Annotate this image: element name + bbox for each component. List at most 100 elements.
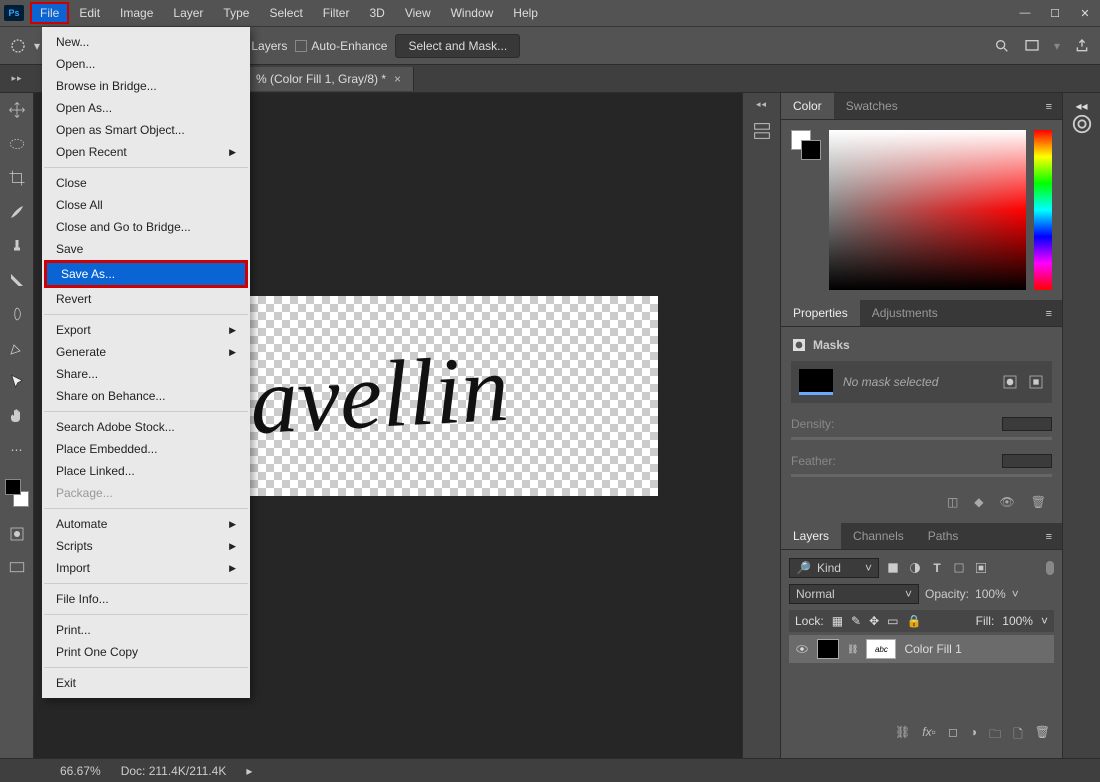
file-menu-print-one-copy[interactable]: Print One Copy [42,641,250,663]
menu-view[interactable]: View [395,2,441,24]
menu-window[interactable]: Window [441,2,504,24]
crop-tool[interactable] [6,167,28,189]
history-panel-icon[interactable] [751,120,773,142]
file-menu-close-and-go-to-bridge[interactable]: Close and Go to Bridge... [42,216,250,238]
collapse-dock-icon[interactable]: ◂◂ [756,99,767,110]
file-menu-export[interactable]: Export▶ [42,319,250,341]
pen-tool[interactable] [6,337,28,359]
filter-toggle[interactable] [1046,561,1054,575]
close-tab-icon[interactable]: × [394,72,401,86]
filter-type-icon[interactable]: T [929,561,945,575]
menu-file[interactable]: File [30,2,69,24]
tab-paths[interactable]: Paths [916,523,971,549]
lock-all-icon[interactable]: 🔒 [907,614,922,628]
dodge-tool[interactable] [6,303,28,325]
gradient-tool[interactable] [6,269,28,291]
tab-properties[interactable]: Properties [781,300,860,326]
expand-tools-icon[interactable]: ▸▸ [0,73,34,84]
blend-mode-select[interactable]: Normal˅ [789,584,919,604]
tool-preset-icon[interactable] [10,38,26,54]
density-field[interactable] [1002,417,1052,431]
tab-color[interactable]: Color [781,93,834,119]
window-close[interactable]: ✕ [1070,3,1100,23]
file-menu-scripts[interactable]: Scripts▶ [42,535,250,557]
auto-enhance-checkbox[interactable]: Auto-Enhance [295,39,387,53]
layer-fx-icon[interactable]: fx▫ [922,725,936,746]
window-minimize[interactable]: — [1010,3,1040,23]
creative-cloud-icon[interactable] [1071,113,1093,135]
file-menu-open-as-smart-object[interactable]: Open as Smart Object... [42,119,250,141]
filter-smart-icon[interactable] [973,561,989,575]
doc-size[interactable]: Doc: 211.4K/211.4K [121,764,227,778]
layers-panel-menu-icon[interactable]: ≡ [1036,525,1062,549]
layer-row[interactable]: ⛓ abc Color Fill 1 [789,635,1054,663]
lock-transparency-icon[interactable]: ▦ [832,614,843,628]
feather-slider[interactable] [791,474,1052,477]
status-flyout-icon[interactable]: ▸ [246,764,252,778]
mask-from-selection-icon[interactable]: ◫ [947,495,958,509]
menu-image[interactable]: Image [110,2,163,24]
foreground-background-colors[interactable] [3,479,31,507]
more-tools[interactable]: ⋯ [6,439,28,461]
file-menu-share-on-behance[interactable]: Share on Behance... [42,385,250,407]
color-fgbg-swatch[interactable] [791,130,821,290]
file-menu-share[interactable]: Share... [42,363,250,385]
opacity-value[interactable]: 100% [975,587,1006,601]
quick-mask-toggle[interactable] [6,523,28,545]
pixel-mask-icon[interactable] [1002,374,1018,390]
file-menu-print[interactable]: Print... [42,619,250,641]
file-menu-file-info[interactable]: File Info... [42,588,250,610]
hand-tool[interactable] [6,405,28,427]
props-panel-menu-icon[interactable]: ≡ [1036,302,1062,326]
hue-slider[interactable] [1034,130,1052,290]
new-group-icon[interactable]: 🗀 [989,725,1001,746]
search-icon[interactable] [994,38,1010,54]
tab-layers[interactable]: Layers [781,523,841,549]
brush-tool[interactable] [6,201,28,223]
zoom-level[interactable]: 66.67% [60,764,101,778]
filter-shape-icon[interactable] [951,561,967,575]
color-panel-menu-icon[interactable]: ≡ [1036,95,1062,119]
lock-position-icon[interactable]: ✥ [869,614,879,628]
lock-artboard-icon[interactable]: ▭ [887,614,898,628]
menu-help[interactable]: Help [503,2,548,24]
marquee-tool[interactable] [6,133,28,155]
path-select-tool[interactable] [6,371,28,393]
menu-filter[interactable]: Filter [313,2,360,24]
workspace-icon[interactable] [1024,38,1040,54]
file-menu-save[interactable]: Save [42,238,250,260]
filter-adjust-icon[interactable] [907,561,923,575]
color-spectrum[interactable] [829,130,1026,290]
tab-adjustments[interactable]: Adjustments [860,300,950,326]
select-and-mask-button[interactable]: Select and Mask... [395,34,520,58]
file-menu-place-embedded[interactable]: Place Embedded... [42,438,250,460]
file-menu-open-recent[interactable]: Open Recent▶ [42,141,250,163]
file-menu-close-all[interactable]: Close All [42,194,250,216]
layer-name[interactable]: Color Fill 1 [904,642,961,656]
add-mask-icon[interactable]: ◻ [948,725,958,746]
tab-channels[interactable]: Channels [841,523,916,549]
file-menu-search-adobe-stock[interactable]: Search Adobe Stock... [42,416,250,438]
new-layer-icon[interactable]: 🗋 [1013,725,1023,746]
lock-pixels-icon[interactable]: ✎ [851,614,861,628]
file-menu-automate[interactable]: Automate▶ [42,513,250,535]
vector-mask-icon[interactable] [1028,374,1044,390]
feather-field[interactable] [1002,454,1052,468]
file-menu-import[interactable]: Import▶ [42,557,250,579]
file-menu-browse-in-bridge[interactable]: Browse in Bridge... [42,75,250,97]
window-maximize[interactable]: ☐ [1040,3,1070,23]
stamp-tool[interactable] [6,235,28,257]
move-tool[interactable] [6,99,28,121]
density-slider[interactable] [791,437,1052,440]
menu-edit[interactable]: Edit [69,2,110,24]
file-menu-new[interactable]: New... [42,31,250,53]
tab-swatches[interactable]: Swatches [834,93,910,119]
menu-layer[interactable]: Layer [163,2,213,24]
file-menu-place-linked[interactable]: Place Linked... [42,460,250,482]
invert-mask-icon[interactable]: ◆ [974,495,983,509]
new-fill-adjust-icon[interactable]: ◑ [970,725,977,746]
fill-value[interactable]: 100% [1002,614,1033,628]
delete-mask-icon[interactable]: 🗑 [1031,495,1046,509]
file-menu-generate[interactable]: Generate▶ [42,341,250,363]
file-menu-open-as[interactable]: Open As... [42,97,250,119]
